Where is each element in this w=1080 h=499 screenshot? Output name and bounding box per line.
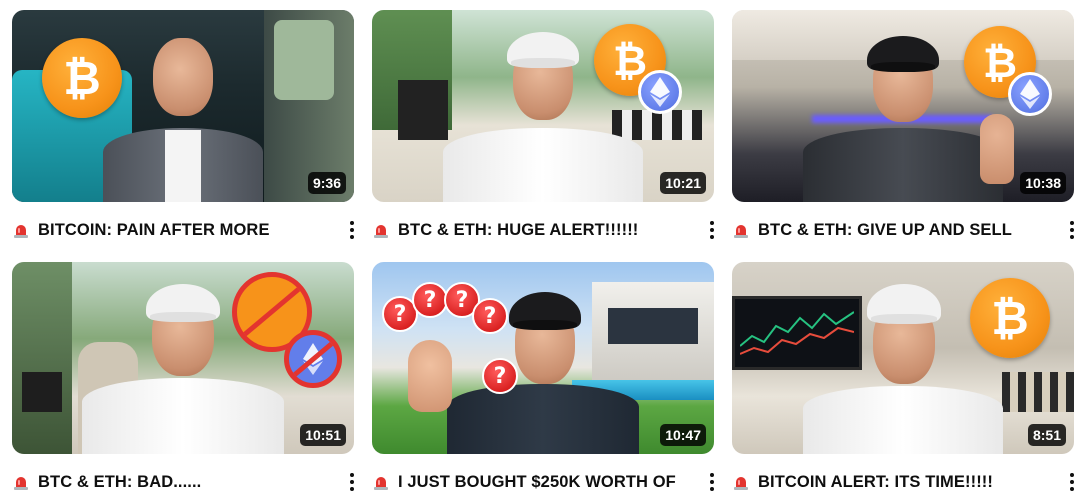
more-vert-icon[interactable] bbox=[1062, 216, 1080, 244]
ethereum-coin-icon bbox=[638, 70, 682, 114]
video-thumbnail[interactable]: ₿ 8:51 bbox=[732, 262, 1074, 454]
video-duration: 10:38 bbox=[1020, 172, 1066, 194]
siren-icon bbox=[732, 473, 750, 491]
question-mark-icon: ? bbox=[472, 298, 508, 334]
more-vert-icon[interactable] bbox=[702, 216, 722, 244]
video-duration: 10:47 bbox=[660, 424, 706, 446]
video-title[interactable]: BTC & ETH: HUGE ALERT!!!!!! bbox=[398, 221, 702, 240]
video-meta: BTC & ETH: BAD...... bbox=[12, 468, 354, 496]
question-mark-icon: ? bbox=[412, 282, 448, 318]
siren-icon bbox=[732, 221, 750, 239]
video-duration: 10:51 bbox=[300, 424, 346, 446]
more-vert-icon[interactable] bbox=[1062, 468, 1080, 496]
video-card[interactable]: ₿ 8:51 BITCOIN ALERT: ITS TIME!!!!! bbox=[732, 262, 1074, 491]
video-meta: BTC & ETH: HUGE ALERT!!!!!! bbox=[372, 216, 714, 244]
siren-icon bbox=[372, 221, 390, 239]
video-thumbnail[interactable]: 10:51 bbox=[12, 262, 354, 454]
bitcoin-coin-icon: ₿ bbox=[970, 278, 1050, 358]
bitcoin-coin-icon: ₿ bbox=[42, 38, 122, 118]
video-thumbnail[interactable]: ₿ 10:38 bbox=[732, 10, 1074, 202]
ethereum-coin-icon bbox=[1008, 72, 1052, 116]
video-meta: BTC & ETH: GIVE UP AND SELL bbox=[732, 216, 1074, 244]
video-card[interactable]: ₿ 9:36 BITCOIN: PAIN AFTER MORE bbox=[12, 10, 354, 239]
video-duration: 8:51 bbox=[1027, 424, 1066, 446]
siren-icon bbox=[372, 473, 390, 491]
video-duration: 9:36 bbox=[307, 172, 346, 194]
video-title[interactable]: BITCOIN ALERT: ITS TIME!!!!! bbox=[758, 473, 1062, 492]
video-title[interactable]: BTC & ETH: GIVE UP AND SELL bbox=[758, 221, 1062, 240]
video-meta: BITCOIN ALERT: ITS TIME!!!!! bbox=[732, 468, 1074, 496]
more-vert-icon[interactable] bbox=[342, 216, 362, 244]
video-meta: I JUST BOUGHT $250K WORTH OF bbox=[372, 468, 714, 496]
video-grid: ₿ 9:36 BITCOIN: PAIN AFTER MORE ₿ 10:21 … bbox=[0, 0, 1080, 499]
question-mark-icon: ? bbox=[482, 358, 518, 394]
siren-icon bbox=[12, 221, 30, 239]
video-duration: 10:21 bbox=[660, 172, 706, 194]
video-card[interactable]: ₿ 10:38 BTC & ETH: GIVE UP AND SELL bbox=[732, 10, 1074, 239]
video-title[interactable]: BITCOIN: PAIN AFTER MORE bbox=[38, 221, 342, 240]
video-title[interactable]: I JUST BOUGHT $250K WORTH OF bbox=[398, 473, 702, 492]
video-thumbnail[interactable]: ? ? ? ? ? 10:47 bbox=[372, 262, 714, 454]
more-vert-icon[interactable] bbox=[702, 468, 722, 496]
video-thumbnail[interactable]: ₿ 9:36 bbox=[12, 10, 354, 202]
video-meta: BITCOIN: PAIN AFTER MORE bbox=[12, 216, 354, 244]
siren-icon bbox=[12, 473, 30, 491]
video-title[interactable]: BTC & ETH: BAD...... bbox=[38, 473, 342, 492]
ethereum-banned-icon bbox=[284, 330, 342, 388]
video-card[interactable]: ? ? ? ? ? 10:47 I JUST BOUGHT $250K WORT… bbox=[372, 262, 714, 491]
video-thumbnail[interactable]: ₿ 10:21 bbox=[372, 10, 714, 202]
video-card[interactable]: 10:51 BTC & ETH: BAD...... bbox=[12, 262, 354, 491]
more-vert-icon[interactable] bbox=[342, 468, 362, 496]
video-card[interactable]: ₿ 10:21 BTC & ETH: HUGE ALERT!!!!!! bbox=[372, 10, 714, 239]
